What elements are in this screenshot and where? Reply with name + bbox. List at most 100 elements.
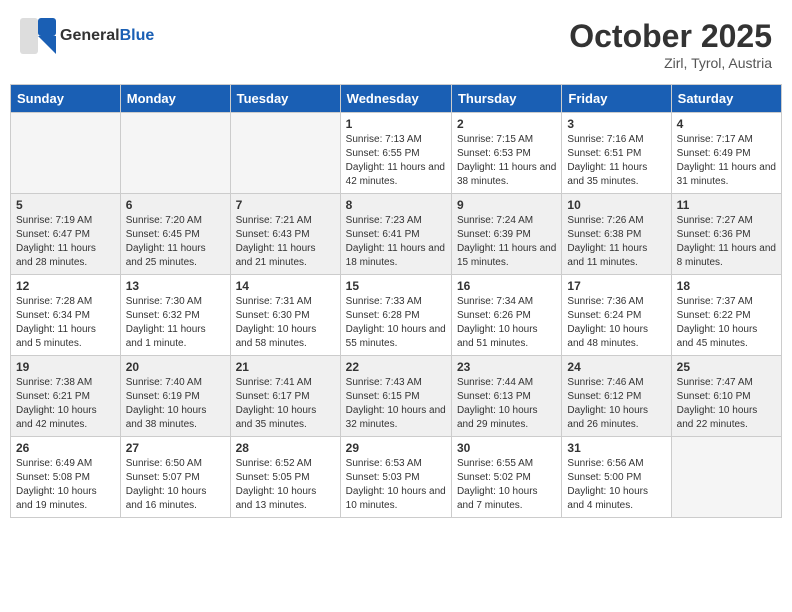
day-info: Sunrise: 7:38 AM Sunset: 6:21 PM Dayligh… bbox=[16, 376, 115, 432]
day-info: Sunrise: 7:31 AM Sunset: 6:30 PM Dayligh… bbox=[236, 295, 335, 351]
day-info: Sunrise: 7:21 AM Sunset: 6:43 PM Dayligh… bbox=[236, 214, 335, 270]
logo-svg bbox=[20, 18, 56, 54]
day-info: Sunrise: 7:47 AM Sunset: 6:10 PM Dayligh… bbox=[677, 376, 776, 432]
header-monday: Monday bbox=[120, 85, 230, 113]
calendar-cell: 19Sunrise: 7:38 AM Sunset: 6:21 PM Dayli… bbox=[11, 356, 121, 437]
calendar-cell bbox=[230, 113, 340, 194]
day-number: 13 bbox=[126, 279, 225, 293]
day-info: Sunrise: 7:43 AM Sunset: 6:15 PM Dayligh… bbox=[346, 376, 446, 432]
day-info: Sunrise: 7:30 AM Sunset: 6:32 PM Dayligh… bbox=[126, 295, 225, 351]
day-number: 31 bbox=[567, 441, 665, 455]
calendar-cell: 10 Sunrise: 7:26 AM Sunset: 6:38 PM Dayli… bbox=[562, 194, 671, 275]
day-info: Sunrise: 7:15 AM Sunset: 6:53 PM Dayligh… bbox=[457, 133, 556, 189]
day-number: 8 bbox=[346, 198, 446, 212]
calendar-cell: 24 Sunrise: 7:46 AM Sunset: 6:12 PM Dayli… bbox=[562, 356, 671, 437]
day-info: Sunrise: 6:56 AM Sunset: 5:00 PM Dayligh… bbox=[567, 457, 665, 513]
day-number: 14 bbox=[236, 279, 335, 293]
day-number: 20 bbox=[126, 360, 225, 374]
calendar-cell: 5 Sunrise: 7:19 AM Sunset: 6:47 PM Daylig… bbox=[11, 194, 121, 275]
calendar-cell: 7 Sunrise: 7:21 AM Sunset: 6:43 PM Daylig… bbox=[230, 194, 340, 275]
day-info: Sunrise: 6:55 AM Sunset: 5:02 PM Dayligh… bbox=[457, 457, 556, 513]
day-info: Sunrise: 6:52 AM Sunset: 5:05 PM Dayligh… bbox=[236, 457, 335, 513]
calendar-cell: 31 Sunrise: 6:56 AM Sunset: 5:00 PM Dayli… bbox=[562, 437, 671, 518]
day-number: 12 bbox=[16, 279, 115, 293]
day-number: 17 bbox=[567, 279, 665, 293]
day-info: Sunrise: 7:27 AM Sunset: 6:36 PM Dayligh… bbox=[677, 214, 776, 270]
day-info: Sunrise: 7:20 AM Sunset: 6:45 PM Dayligh… bbox=[126, 214, 225, 270]
day-info: Sunrise: 7:16 AM Sunset: 6:51 PM Dayligh… bbox=[567, 133, 665, 189]
calendar-cell: 17 Sunrise: 7:36 AM Sunset: 6:24 PM Dayli… bbox=[562, 275, 671, 356]
calendar-cell: 28 Sunrise: 6:52 AM Sunset: 5:05 PM Dayli… bbox=[230, 437, 340, 518]
day-number: 28 bbox=[236, 441, 335, 455]
day-info: Sunrise: 7:26 AM Sunset: 6:38 PM Dayligh… bbox=[567, 214, 665, 270]
calendar-cell bbox=[120, 113, 230, 194]
calendar-cell: 12Sunrise: 7:28 AM Sunset: 6:34 PM Dayli… bbox=[11, 275, 121, 356]
header-thursday: Thursday bbox=[451, 85, 561, 113]
calendar-week-2: 12Sunrise: 7:28 AM Sunset: 6:34 PM Dayli… bbox=[11, 275, 782, 356]
day-number: 25 bbox=[677, 360, 776, 374]
header: GeneralBlue October 2025 Zirl, Tyrol, Au… bbox=[10, 10, 782, 79]
month-title: October 2025 bbox=[569, 18, 772, 55]
calendar-cell: 3 Sunrise: 7:16 AM Sunset: 6:51 PM Daylig… bbox=[562, 113, 671, 194]
header-sunday: Sunday bbox=[11, 85, 121, 113]
calendar-cell: 14 Sunrise: 7:31 AM Sunset: 6:30 PM Dayli… bbox=[230, 275, 340, 356]
calendar: SundayMondayTuesdayWednesdayThursdayFrid… bbox=[10, 84, 782, 518]
header-tuesday: Tuesday bbox=[230, 85, 340, 113]
calendar-week-4: 26 Sunrise: 6:49 AM Sunset: 5:08 PM Dayli… bbox=[11, 437, 782, 518]
logo-text: GeneralBlue bbox=[60, 28, 154, 44]
day-number: 30 bbox=[457, 441, 556, 455]
calendar-cell: 18Sunrise: 7:37 AM Sunset: 6:22 PM Dayli… bbox=[671, 275, 781, 356]
title-block: October 2025 Zirl, Tyrol, Austria bbox=[569, 18, 772, 71]
day-info: Sunrise: 7:44 AM Sunset: 6:13 PM Dayligh… bbox=[457, 376, 556, 432]
location-subtitle: Zirl, Tyrol, Austria bbox=[569, 55, 772, 71]
calendar-cell: 6Sunrise: 7:20 AM Sunset: 6:45 PM Daylig… bbox=[120, 194, 230, 275]
day-number: 11 bbox=[677, 198, 776, 212]
calendar-cell: 11 Sunrise: 7:27 AM Sunset: 6:36 PM Dayli… bbox=[671, 194, 781, 275]
day-number: 24 bbox=[567, 360, 665, 374]
calendar-cell: 8 Sunrise: 7:23 AM Sunset: 6:41 PM Daylig… bbox=[340, 194, 451, 275]
day-number: 18 bbox=[677, 279, 776, 293]
day-info: Sunrise: 7:36 AM Sunset: 6:24 PM Dayligh… bbox=[567, 295, 665, 351]
day-info: Sunrise: 6:50 AM Sunset: 5:07 PM Dayligh… bbox=[126, 457, 225, 513]
day-number: 26 bbox=[16, 441, 115, 455]
day-number: 29 bbox=[346, 441, 446, 455]
logo: GeneralBlue bbox=[20, 18, 154, 54]
calendar-cell: 20 Sunrise: 7:40 AM Sunset: 6:19 PM Dayli… bbox=[120, 356, 230, 437]
calendar-cell: 15Sunrise: 7:33 AM Sunset: 6:28 PM Dayli… bbox=[340, 275, 451, 356]
calendar-cell: 23 Sunrise: 7:44 AM Sunset: 6:13 PM Dayli… bbox=[451, 356, 561, 437]
day-number: 22 bbox=[346, 360, 446, 374]
calendar-week-1: 5 Sunrise: 7:19 AM Sunset: 6:47 PM Daylig… bbox=[11, 194, 782, 275]
calendar-cell: 13 Sunrise: 7:30 AM Sunset: 6:32 PM Dayli… bbox=[120, 275, 230, 356]
calendar-cell: 4 Sunrise: 7:17 AM Sunset: 6:49 PM Daylig… bbox=[671, 113, 781, 194]
calendar-cell: 26 Sunrise: 6:49 AM Sunset: 5:08 PM Dayli… bbox=[11, 437, 121, 518]
day-info: Sunrise: 6:49 AM Sunset: 5:08 PM Dayligh… bbox=[16, 457, 115, 513]
day-number: 3 bbox=[567, 117, 665, 131]
day-number: 7 bbox=[236, 198, 335, 212]
day-info: Sunrise: 7:19 AM Sunset: 6:47 PM Dayligh… bbox=[16, 214, 115, 270]
day-number: 5 bbox=[16, 198, 115, 212]
calendar-cell: 22 Sunrise: 7:43 AM Sunset: 6:15 PM Dayli… bbox=[340, 356, 451, 437]
day-info: Sunrise: 7:23 AM Sunset: 6:41 PM Dayligh… bbox=[346, 214, 446, 270]
header-saturday: Saturday bbox=[671, 85, 781, 113]
calendar-cell: 27 Sunrise: 6:50 AM Sunset: 5:07 PM Dayli… bbox=[120, 437, 230, 518]
calendar-cell: 1Sunrise: 7:13 AM Sunset: 6:55 PM Daylig… bbox=[340, 113, 451, 194]
header-friday: Friday bbox=[562, 85, 671, 113]
day-info: Sunrise: 7:40 AM Sunset: 6:19 PM Dayligh… bbox=[126, 376, 225, 432]
calendar-cell bbox=[671, 437, 781, 518]
calendar-week-0: 1Sunrise: 7:13 AM Sunset: 6:55 PM Daylig… bbox=[11, 113, 782, 194]
day-number: 23 bbox=[457, 360, 556, 374]
day-info: Sunrise: 7:46 AM Sunset: 6:12 PM Dayligh… bbox=[567, 376, 665, 432]
day-number: 15 bbox=[346, 279, 446, 293]
day-number: 10 bbox=[567, 198, 665, 212]
day-info: Sunrise: 7:13 AM Sunset: 6:55 PM Dayligh… bbox=[346, 133, 446, 189]
calendar-cell: 9Sunrise: 7:24 AM Sunset: 6:39 PM Daylig… bbox=[451, 194, 561, 275]
day-info: Sunrise: 7:17 AM Sunset: 6:49 PM Dayligh… bbox=[677, 133, 776, 189]
calendar-cell: 25 Sunrise: 7:47 AM Sunset: 6:10 PM Dayli… bbox=[671, 356, 781, 437]
day-number: 21 bbox=[236, 360, 335, 374]
calendar-header-row: SundayMondayTuesdayWednesdayThursdayFrid… bbox=[11, 85, 782, 113]
day-number: 4 bbox=[677, 117, 776, 131]
calendar-cell: 21Sunrise: 7:41 AM Sunset: 6:17 PM Dayli… bbox=[230, 356, 340, 437]
day-number: 27 bbox=[126, 441, 225, 455]
day-number: 16 bbox=[457, 279, 556, 293]
day-info: Sunrise: 7:34 AM Sunset: 6:26 PM Dayligh… bbox=[457, 295, 556, 351]
